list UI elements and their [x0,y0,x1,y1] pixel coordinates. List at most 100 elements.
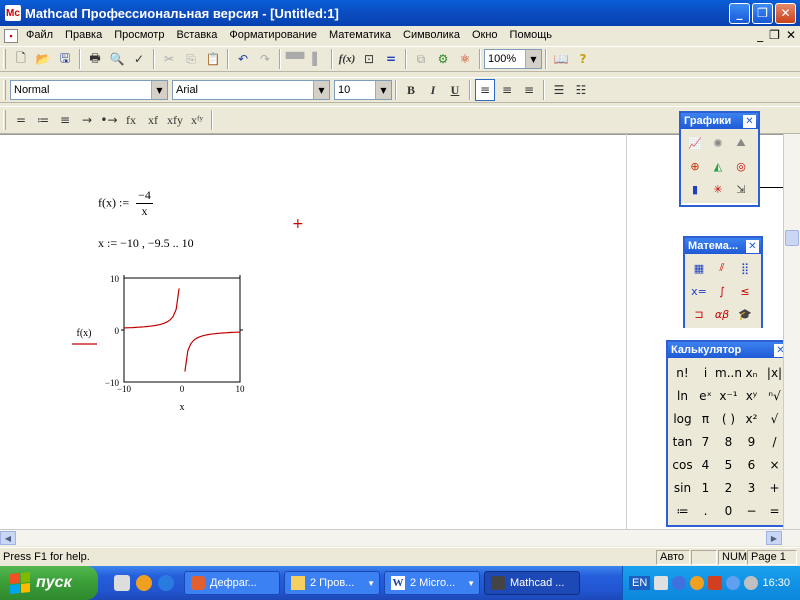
align-down-icon[interactable]: ▌ [307,48,327,70]
security-icon[interactable] [744,576,759,590]
insert-unit-icon[interactable]: ⊡ [359,48,379,70]
calculator-palette-header[interactable]: Калькулятор ✕ [668,342,789,358]
menu-math[interactable]: Математика [323,26,397,45]
internet-explorer-icon[interactable] [158,575,174,591]
calc-key[interactable]: π [694,407,717,430]
symbolic-evaluate-button[interactable]: → [77,109,97,131]
postfix-button[interactable]: xf [143,109,163,131]
vector-field-icon[interactable]: ⇲ [730,178,752,200]
menu-insert[interactable]: Вставка [170,26,223,45]
doc-restore-icon[interactable]: ❐ [769,28,780,42]
calc-key[interactable]: ( ) [717,407,740,430]
surface-plot-icon[interactable]: ⛰ [730,132,752,154]
boolean-icon[interactable]: ≤ [734,280,756,302]
polar-plot-icon[interactable]: ✺ [707,132,729,154]
paste-icon[interactable]: 📋 [203,48,223,70]
keyword-evaluate-button[interactable]: •→ [99,109,119,131]
3d-surface-icon[interactable]: ◭ [707,155,729,177]
language-indicator[interactable]: EN [629,576,651,590]
calculus-icon[interactable]: ∫ [711,280,733,302]
undo-icon[interactable]: ↶ [233,48,253,70]
run-script-icon[interactable]: ⚛ [455,48,475,70]
underline-button[interactable]: U [445,79,465,101]
numbering-icon[interactable]: ☷ [571,79,591,101]
graphs-palette-header[interactable]: Графики ✕ [681,113,758,129]
calc-key[interactable]: n! [671,361,694,384]
mathcad-app-icon[interactable]: Mc [5,5,21,21]
function-definition[interactable]: f(x) := −4 x [98,188,153,219]
zoom-select[interactable]: 100% ▼ [484,49,542,69]
volume-icon[interactable] [708,576,723,590]
restore-button[interactable]: ❐ [752,2,773,24]
xy-plot[interactable]: 100−10−10 0 10xf(x) [60,270,260,418]
calc-key[interactable]: 3 [740,476,763,499]
font-select[interactable]: Arial ▼ [172,80,330,100]
style-select[interactable]: Normal ▼ [10,80,168,100]
calc-key[interactable]: 8 [717,430,740,453]
tray-app-icon[interactable] [654,576,669,590]
calc-key[interactable]: 6 [740,453,763,476]
calc-key[interactable]: 1 [694,476,717,499]
infix-button[interactable]: xfy [165,109,185,131]
contour-plot-icon[interactable]: ◎ [730,155,752,177]
calc-key[interactable]: . [694,499,717,522]
toolbar-grip[interactable] [3,49,6,69]
align-center-icon[interactable]: ≡ [497,79,517,101]
calc-key[interactable]: 0 [717,499,740,522]
close-icon[interactable]: ✕ [746,239,759,253]
redo-icon[interactable]: ↷ [255,48,275,70]
calc-key[interactable]: ln [671,384,694,407]
calculator-icon[interactable]: ▦ [688,257,710,279]
calc-key[interactable]: tan [671,430,694,453]
define-button[interactable]: ≔ [33,109,53,131]
calc-key[interactable]: 9 [740,430,763,453]
calc-key[interactable]: 7 [694,430,717,453]
global-define-button[interactable]: ≡ [55,109,75,131]
cut-icon[interactable]: ✂ [159,48,179,70]
italic-button[interactable]: I [423,79,443,101]
calc-key[interactable]: m..n [715,361,742,384]
document-icon[interactable]: ▪ [4,28,18,43]
close-icon[interactable]: ✕ [743,114,756,128]
menu-help[interactable]: Помощь [504,26,559,45]
bullets-icon[interactable]: ☰ [549,79,569,101]
toolbar-grip[interactable] [3,80,6,100]
prefix-button[interactable]: fx [121,109,141,131]
chevron-down-icon[interactable]: ▼ [525,50,541,68]
menu-symbolics[interactable]: Символика [397,26,466,45]
calculate-icon[interactable]: = [381,48,401,70]
calc-key[interactable]: ≔ [671,499,694,522]
print-preview-icon[interactable]: 🔍 [107,48,127,70]
calc-key[interactable]: 2 [717,476,740,499]
bold-button[interactable]: B [401,79,421,101]
matrix-icon[interactable]: ⣿ [734,257,756,279]
align-right-icon[interactable]: ≡ [519,79,539,101]
chevron-down-icon[interactable]: ▼ [151,81,167,99]
doc-minimize-icon[interactable]: _ [757,28,763,42]
align-left-icon[interactable]: ≡ [475,79,495,101]
polar-grid-icon[interactable]: ⊕ [684,155,706,177]
3d-bar-icon[interactable]: ▮ [684,178,706,200]
calc-key[interactable]: log [671,407,694,430]
media-player-icon[interactable] [136,575,152,591]
range-definition[interactable]: x := −10 , −9.5 .. 10 [98,236,194,251]
calc-key[interactable]: i [694,361,717,384]
horizontal-scrollbar[interactable]: ◀ ▶ [0,529,800,546]
media-icon[interactable] [690,576,705,590]
align-across-icon[interactable]: ▀▀ [285,48,305,70]
evaluation-icon[interactable]: x= [688,280,710,302]
spell-check-icon[interactable]: ✓ [129,48,149,70]
symbolic-icon[interactable]: 🎓 [734,303,756,325]
help-icon[interactable]: ? [573,48,593,70]
calc-key[interactable]: x² [740,407,763,430]
resource-center-icon[interactable]: 📖 [551,48,571,70]
calc-key[interactable]: xₙ [740,361,763,384]
back-icon[interactable] [672,576,687,590]
menu-file[interactable]: Файл [20,26,59,45]
print-icon[interactable]: 🖶 [85,48,105,70]
math-palette-header[interactable]: Матема... ✕ [685,238,761,254]
save-icon[interactable]: 🖫 [55,48,75,70]
calc-key[interactable]: 4 [694,453,717,476]
insert-function-icon[interactable]: f(x) [337,48,357,70]
doc-close-icon[interactable]: ✕ [786,28,796,42]
